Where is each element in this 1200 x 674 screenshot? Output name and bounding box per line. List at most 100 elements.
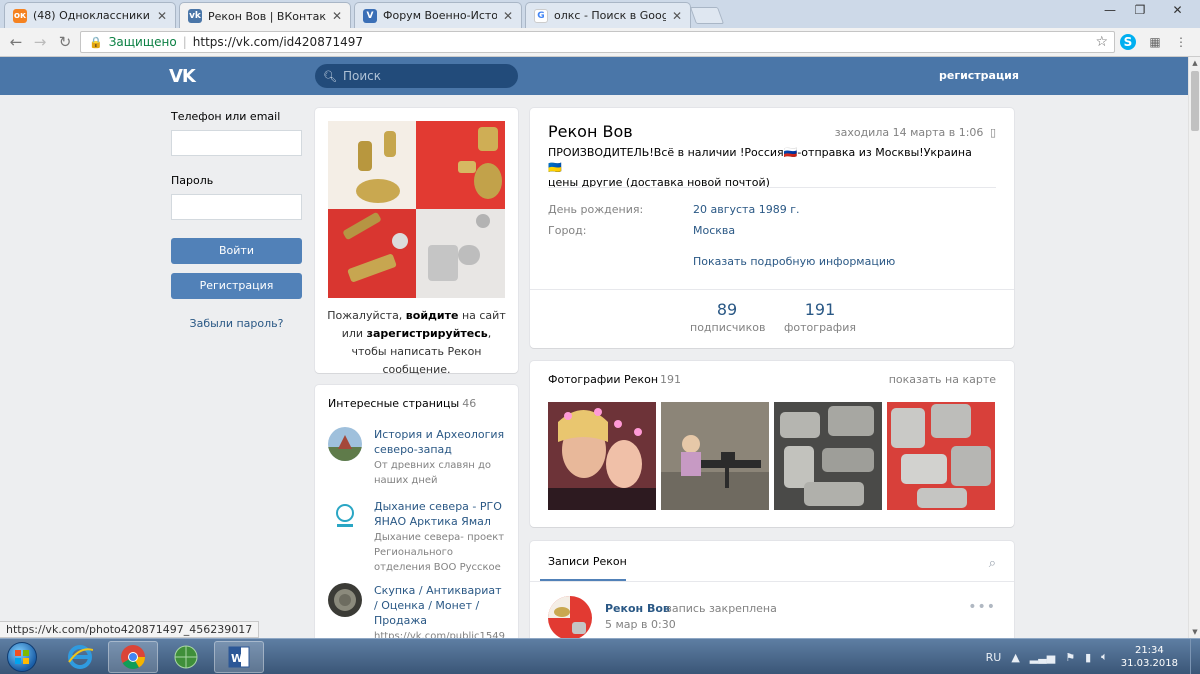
post-author[interactable]: Рекон Вов xyxy=(605,602,670,615)
last-seen-text: заходила 14 марта в 1:06 xyxy=(834,126,984,139)
login-inline-link[interactable]: войдите xyxy=(406,309,459,322)
language-indicator[interactable]: RU xyxy=(986,651,1002,664)
address-bar[interactable]: 🔒 Защищено | https://vk.com/id420871497 … xyxy=(80,31,1115,53)
chrome-icon[interactable] xyxy=(108,641,158,673)
search-icon: 🔍︎ xyxy=(323,69,337,83)
login-button[interactable]: Войти xyxy=(171,238,302,264)
search-icon[interactable]: ⌕ xyxy=(989,556,996,571)
secure-label: Защищено xyxy=(108,35,177,49)
photos-card: Фотографии Рекон 191 показать на карте xyxy=(530,361,1014,527)
wall-card: Записи Рекон ⌕ Рекон Вов запись закрепле… xyxy=(530,541,1014,651)
interesting-pages-title[interactable]: Интересные страницы 46 xyxy=(328,397,476,410)
birthday-value[interactable]: 20 августа 1989 г. xyxy=(693,203,799,216)
search-input[interactable] xyxy=(342,69,513,83)
profile-card: Рекон Вов заходила 14 марта в 1:06 ▯ ПРО… xyxy=(530,108,1014,348)
url-text: https://vk.com/id420871497 xyxy=(192,35,363,49)
photo-thumbnail[interactable] xyxy=(548,402,656,510)
restore-icon[interactable]: ❐ xyxy=(1125,0,1155,20)
photos-label: фотография xyxy=(784,321,856,334)
mobile-icon: ▯ xyxy=(989,126,996,139)
page-scrollbar[interactable]: ▲ ▼ xyxy=(1188,57,1200,638)
divider xyxy=(530,581,1014,582)
forward-icon[interactable]: → xyxy=(30,32,50,52)
post-date[interactable]: 5 мар в 0:30 xyxy=(605,618,676,631)
page-name[interactable]: Скупка / Антиквариат / Оценка / Монет / … xyxy=(374,583,508,628)
photos-counter[interactable]: 191 фотография xyxy=(783,300,857,334)
phone-email-field[interactable] xyxy=(171,130,302,156)
close-icon[interactable]: ✕ xyxy=(503,9,513,23)
vk-logo[interactable]: VK xyxy=(169,66,196,87)
word-icon[interactable]: W xyxy=(214,641,264,673)
scroll-down-icon[interactable]: ▼ xyxy=(1189,626,1200,638)
browser-tab-strip: ок (48) Одноклассники ✕ vk Рекон Вов | В… xyxy=(0,0,1200,29)
register-button[interactable]: Регистрация xyxy=(171,273,302,299)
close-icon[interactable]: ✕ xyxy=(672,9,682,23)
profile-avatar[interactable] xyxy=(328,121,505,298)
window-controls: — ❐ ✕ xyxy=(1095,0,1200,20)
followers-counter[interactable]: 89 подписчиков xyxy=(690,300,766,334)
forgot-password-link[interactable]: Забыли пароль? xyxy=(171,317,302,330)
search-box[interactable]: 🔍︎ xyxy=(315,64,518,88)
windows-logo-icon xyxy=(7,642,37,672)
odnoklassniki-icon: ок xyxy=(13,8,27,23)
close-icon[interactable]: ✕ xyxy=(332,9,342,23)
page-description: От древних славян до наших дней xyxy=(374,460,491,486)
page-avatar xyxy=(328,499,362,533)
photo-thumbnail[interactable] xyxy=(774,402,882,510)
skype-icon[interactable]: S xyxy=(1120,34,1136,50)
clock[interactable]: 21:34 31.03.2018 xyxy=(1121,644,1178,670)
last-seen: заходила 14 марта в 1:06 ▯ xyxy=(835,126,996,139)
vk-header: VK 🔍︎ регистрация xyxy=(0,57,1188,95)
signal-bars-icon[interactable]: ▂▃▅ xyxy=(1030,651,1055,664)
phone-label: Телефон или email xyxy=(171,110,281,123)
profile-status: ПРОИЗВОДИТЕЛЬ!Всё в наличии !Россия🇷🇺-от… xyxy=(548,145,988,190)
close-icon[interactable]: ✕ xyxy=(157,9,167,23)
menu-icon[interactable]: ⋮ xyxy=(1172,33,1190,51)
new-tab-button[interactable] xyxy=(689,7,725,24)
tab-label: Форум Военно-Историч xyxy=(383,9,497,22)
photo-thumbnail[interactable] xyxy=(661,402,769,510)
show-on-map-link[interactable]: показать на карте xyxy=(889,373,996,386)
page-name[interactable]: История и Археология северо-запад xyxy=(374,427,508,457)
show-desktop-button[interactable] xyxy=(1190,639,1200,674)
network-globe-icon[interactable] xyxy=(161,641,211,673)
password-field[interactable] xyxy=(171,194,302,220)
followers-label: подписчиков xyxy=(690,321,766,334)
tab-forum[interactable]: V Форум Военно-Историч ✕ xyxy=(354,2,522,28)
section-count: 191 xyxy=(660,373,682,386)
bookmark-star-icon[interactable]: ☆ xyxy=(1095,34,1108,50)
tab-google[interactable]: G олкс - Поиск в Google ✕ xyxy=(525,2,691,28)
back-icon[interactable]: ← xyxy=(6,32,26,52)
battery-icon[interactable]: ▮ xyxy=(1085,651,1091,664)
action-center-icon[interactable]: ⚑ xyxy=(1065,651,1075,664)
chevron-up-icon[interactable]: ▲ xyxy=(1011,651,1019,664)
volume-icon[interactable]: 🔈︎ xyxy=(1101,650,1108,664)
avatar[interactable] xyxy=(548,596,592,640)
photo-thumbnail[interactable] xyxy=(887,402,995,510)
scroll-up-icon[interactable]: ▲ xyxy=(1189,57,1200,69)
status-url-tooltip: https://vk.com/photo420871497_456239017 xyxy=(0,621,260,638)
extension-icon[interactable]: ▦ xyxy=(1146,33,1164,51)
scroll-thumb[interactable] xyxy=(1191,71,1199,131)
svg-text:W: W xyxy=(231,652,243,665)
page-name[interactable]: Дыхание севера - РГО ЯНАО Арктика Ямал xyxy=(374,499,508,529)
system-tray: RU ▲ ▂▃▅ ⚑ ▮ 🔈︎ 21:34 31.03.2018 xyxy=(981,639,1200,674)
minimize-icon[interactable]: — xyxy=(1095,0,1125,20)
register-inline-link[interactable]: зарегистрируйтесь xyxy=(367,327,488,340)
internet-explorer-icon[interactable] xyxy=(55,641,105,673)
tab-odnoklassniki[interactable]: ок (48) Одноклассники ✕ xyxy=(4,2,176,28)
google-icon: G xyxy=(534,8,548,23)
start-button[interactable] xyxy=(2,640,42,674)
more-icon[interactable]: ••• xyxy=(968,599,996,615)
city-value[interactable]: Москва xyxy=(693,224,735,237)
reload-icon[interactable]: ↻ xyxy=(55,32,75,52)
photos-count: 191 xyxy=(804,300,836,319)
tab-wall-posts[interactable]: Записи Рекон xyxy=(548,555,627,568)
register-link[interactable]: регистрация xyxy=(939,69,1019,82)
city-label: Город: xyxy=(548,224,587,237)
close-window-icon[interactable]: ✕ xyxy=(1155,0,1200,20)
show-more-info-link[interactable]: Показать подробную информацию xyxy=(693,255,895,268)
page-description: Дыхание севера- проект Регионального отд… xyxy=(374,532,505,573)
tab-vk[interactable]: vk Рекон Вов | ВКонтакте ✕ xyxy=(179,2,351,29)
photos-title[interactable]: Фотографии Рекон 191 xyxy=(548,373,681,386)
